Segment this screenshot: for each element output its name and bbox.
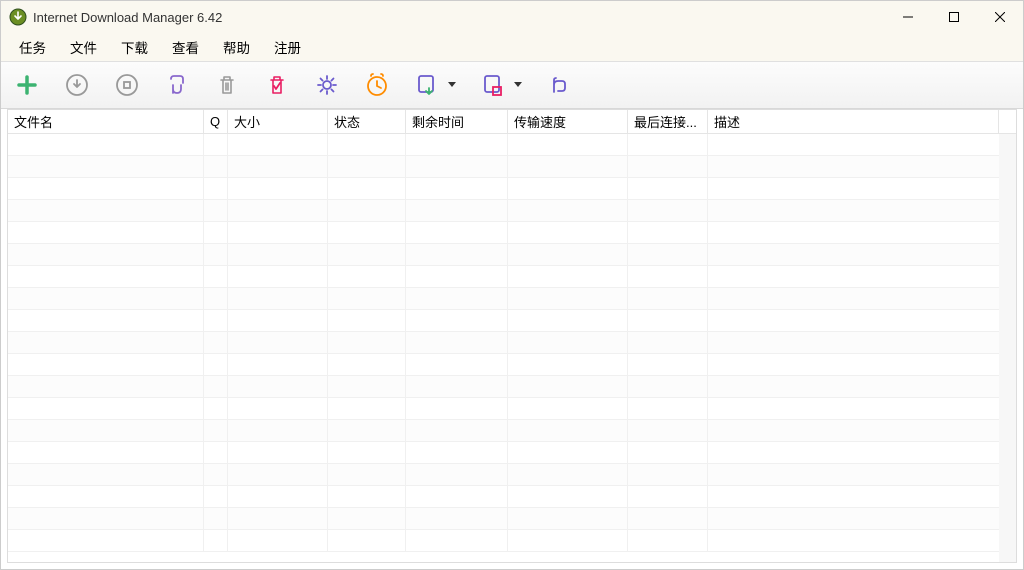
table-row[interactable] — [8, 420, 1016, 442]
table-row[interactable] — [8, 530, 1016, 552]
table-row[interactable] — [8, 464, 1016, 486]
download-list: 文件名 Q 大小 状态 剩余时间 传输速度 最后连接... 描述 — [7, 109, 1017, 563]
options-button[interactable] — [311, 69, 343, 101]
menu-register[interactable]: 注册 — [262, 33, 313, 61]
toolbar — [1, 61, 1023, 109]
add-url-button[interactable] — [11, 69, 43, 101]
table-row[interactable] — [8, 178, 1016, 200]
table-row[interactable] — [8, 266, 1016, 288]
table-row[interactable] — [8, 354, 1016, 376]
table-row[interactable] — [8, 508, 1016, 530]
start-queue-dropdown[interactable] — [445, 69, 459, 101]
table-row[interactable] — [8, 244, 1016, 266]
col-timeleft[interactable]: 剩余时间 — [406, 110, 508, 134]
table-row[interactable] — [8, 222, 1016, 244]
table-row[interactable] — [8, 156, 1016, 178]
col-description[interactable]: 描述 — [708, 110, 999, 134]
menu-help[interactable]: 帮助 — [211, 33, 262, 61]
window-title: Internet Download Manager 6.42 — [33, 10, 885, 25]
col-status[interactable]: 状态 — [328, 110, 406, 134]
table-row[interactable] — [8, 442, 1016, 464]
menu-view[interactable]: 查看 — [160, 33, 211, 61]
scheduler-button[interactable] — [361, 69, 393, 101]
menu-tasks[interactable]: 任务 — [7, 33, 58, 61]
table-row[interactable] — [8, 376, 1016, 398]
table-row[interactable] — [8, 288, 1016, 310]
col-size[interactable]: 大小 — [228, 110, 328, 134]
tell-friends-button[interactable] — [543, 69, 575, 101]
maximize-button[interactable] — [931, 1, 977, 33]
start-queue-group — [411, 69, 459, 101]
delete-completed-button[interactable] — [261, 69, 293, 101]
col-queue[interactable]: Q — [204, 110, 228, 134]
table-row[interactable] — [8, 310, 1016, 332]
delete-button[interactable] — [211, 69, 243, 101]
minimize-button[interactable] — [885, 1, 931, 33]
table-row[interactable] — [8, 486, 1016, 508]
col-lastconn[interactable]: 最后连接... — [628, 110, 708, 134]
table-body[interactable] — [8, 134, 1016, 552]
titlebar: Internet Download Manager 6.42 — [1, 1, 1023, 33]
stop-button[interactable] — [111, 69, 143, 101]
stop-queue-dropdown[interactable] — [511, 69, 525, 101]
menubar: 任务 文件 下载 查看 帮助 注册 — [1, 33, 1023, 61]
col-speed[interactable]: 传输速度 — [508, 110, 628, 134]
app-window: Internet Download Manager 6.42 任务 文件 下载 … — [0, 0, 1024, 570]
table-header: 文件名 Q 大小 状态 剩余时间 传输速度 最后连接... 描述 — [8, 110, 1016, 134]
window-controls — [885, 1, 1023, 33]
close-button[interactable] — [977, 1, 1023, 33]
table-row[interactable] — [8, 134, 1016, 156]
menu-file[interactable]: 文件 — [58, 33, 109, 61]
resume-button[interactable] — [61, 69, 93, 101]
menu-downloads[interactable]: 下载 — [109, 33, 160, 61]
stop-queue-group — [477, 69, 525, 101]
table-row[interactable] — [8, 332, 1016, 354]
app-icon — [9, 8, 27, 26]
start-queue-button[interactable] — [411, 69, 443, 101]
col-filename[interactable]: 文件名 — [8, 110, 204, 134]
table-row[interactable] — [8, 398, 1016, 420]
stop-queue-button[interactable] — [477, 69, 509, 101]
vertical-scrollbar[interactable] — [999, 134, 1016, 562]
stop-all-button[interactable] — [161, 69, 193, 101]
col-scroll-spacer — [999, 110, 1016, 134]
table-row[interactable] — [8, 200, 1016, 222]
